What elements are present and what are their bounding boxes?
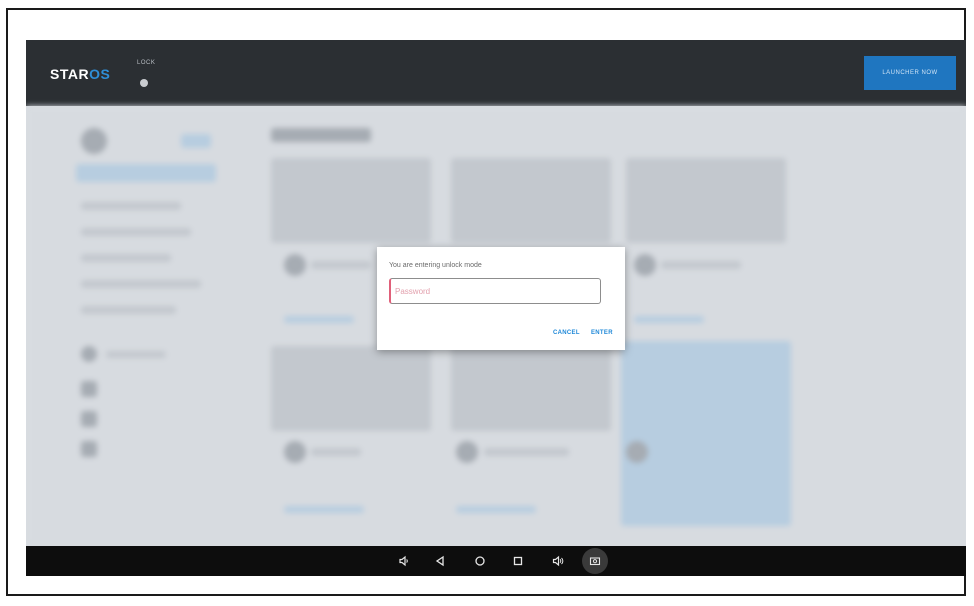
top-bar: STAROS LOCK LAUNCHER NOW [26,40,966,106]
sidebar-item [81,280,201,288]
sidebar-icon [81,346,97,362]
lock-label: LOCK [137,60,156,66]
card-link [456,506,536,513]
sidebar-badge [181,134,211,148]
card-link [284,316,354,323]
sidebar-item [81,306,176,314]
device-screen: STAROS LOCK LAUNCHER NOW You are enterin… [26,40,966,576]
card-link [634,316,704,323]
sidebar-item [81,228,191,236]
staros-logo: STAROS [50,66,110,82]
app-card-highlighted [621,341,791,526]
lock-toggle[interactable] [140,79,148,87]
card-title [311,448,361,456]
sidebar-icon [81,441,97,457]
profile-avatar [81,128,107,154]
cancel-button[interactable]: CANCEL [553,330,580,336]
screenshot-icon[interactable] [582,548,608,574]
card-icon [626,441,648,463]
main-heading [271,128,371,142]
card-title [311,261,371,269]
volume-down-icon[interactable] [396,553,412,569]
card-icon [456,441,478,463]
volume-up-icon[interactable] [550,553,566,569]
enter-button[interactable]: ENTER [591,330,613,336]
unlock-dialog: You are entering unlock mode CANCEL ENTE… [377,247,625,350]
sidebar-selected-item [76,164,216,182]
system-nav-bar [26,546,966,576]
app-card [271,346,431,431]
sidebar-icon [81,411,97,427]
sidebar-item [106,351,166,358]
logo-text-os: OS [89,66,111,82]
card-icon [284,441,306,463]
app-card [271,158,431,243]
sidebar-item [81,254,171,262]
app-card [626,158,786,243]
card-icon [634,254,656,276]
card-title [661,261,741,269]
back-icon[interactable] [432,553,448,569]
sidebar-item [81,202,181,210]
launcher-now-button[interactable]: LAUNCHER NOW [864,56,956,90]
card-icon [284,254,306,276]
logo-text-star: STAR [50,66,90,82]
home-icon[interactable] [472,553,488,569]
card-title [484,448,569,456]
dialog-message: You are entering unlock mode [389,262,482,269]
password-input[interactable] [389,278,601,304]
app-card [451,158,611,243]
app-card [451,346,611,431]
card-link [284,506,364,513]
recents-icon[interactable] [510,553,526,569]
sidebar-icon [81,381,97,397]
